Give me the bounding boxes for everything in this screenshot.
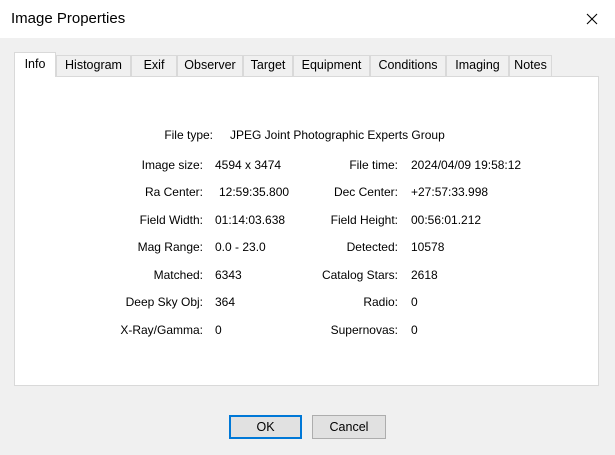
mag-range-value: 0.0 - 23.0 <box>215 240 266 254</box>
cancel-button[interactable]: Cancel <box>312 415 386 439</box>
tab-label: Equipment <box>301 58 362 72</box>
tab-label: Notes <box>514 58 547 72</box>
matched-value: 6343 <box>215 268 242 282</box>
file-type-value: JPEG Joint Photographic Experts Group <box>230 128 445 142</box>
deep-sky-obj-label: Deep Sky Obj: <box>125 295 203 309</box>
detected-value: 10578 <box>411 240 445 254</box>
tab-label: Target <box>250 58 286 72</box>
mag-range-label: Mag Range: <box>137 240 203 254</box>
field-height-value: 00:56:01.212 <box>411 213 482 227</box>
window-title: Image Properties <box>11 10 126 27</box>
tab-info[interactable]: Info <box>14 52 56 77</box>
image-size-label: Image size: <box>141 158 203 172</box>
file-time-value: 2024/04/09 19:58:12 <box>411 158 522 172</box>
ra-center-label: Ra Center: <box>144 185 203 199</box>
tab-observer[interactable]: Observer <box>177 55 243 76</box>
ra-center-value: 12:59:35.800 <box>219 185 290 199</box>
image-size-value: 4594 x 3474 <box>215 158 282 172</box>
deep-sky-obj-value: 364 <box>215 295 236 309</box>
tab-target[interactable]: Target <box>243 55 293 76</box>
tab-label: Observer <box>184 58 236 72</box>
tab-histogram[interactable]: Histogram <box>56 55 131 76</box>
tab-exif[interactable]: Exif <box>131 55 177 76</box>
tab-equipment[interactable]: Equipment <box>293 55 370 76</box>
tab-conditions[interactable]: Conditions <box>370 55 446 76</box>
catalog-stars-value: 2618 <box>411 268 438 282</box>
close-icon <box>586 13 598 25</box>
xray-gamma-value: 0 <box>215 323 222 337</box>
tab-imaging[interactable]: Imaging <box>446 55 509 76</box>
tab-label: Histogram <box>65 58 122 72</box>
info-panel: File type: JPEG Joint Photographic Exper… <box>14 76 599 386</box>
title-bar: Image Properties <box>0 0 615 38</box>
radio-value: 0 <box>411 295 418 309</box>
tab-label: Exif <box>143 58 165 72</box>
dec-center-label: Dec Center: <box>333 185 398 199</box>
xray-gamma-label: X-Ray/Gamma: <box>120 323 203 337</box>
close-button[interactable] <box>569 0 615 38</box>
field-width-value: 01:14:03.638 <box>215 213 286 227</box>
tab-label: Info <box>24 57 46 71</box>
field-width-label: Field Width: <box>139 213 203 227</box>
ok-button[interactable]: OK <box>229 415 302 439</box>
catalog-stars-label: Catalog Stars: <box>321 268 398 282</box>
matched-label: Matched: <box>153 268 203 282</box>
supernovas-label: Supernovas: <box>330 323 398 337</box>
tab-notes[interactable]: Notes <box>509 55 552 76</box>
tab-label: Imaging <box>455 58 500 72</box>
file-time-label: File time: <box>349 158 398 172</box>
detected-label: Detected: <box>346 240 398 254</box>
field-height-label: Field Height: <box>330 213 398 227</box>
supernovas-value: 0 <box>411 323 418 337</box>
tab-label: Conditions <box>378 58 438 72</box>
file-type-label: File type: <box>164 128 213 142</box>
dec-center-value: +27:57:33.998 <box>411 185 489 199</box>
radio-label: Radio: <box>363 295 398 309</box>
